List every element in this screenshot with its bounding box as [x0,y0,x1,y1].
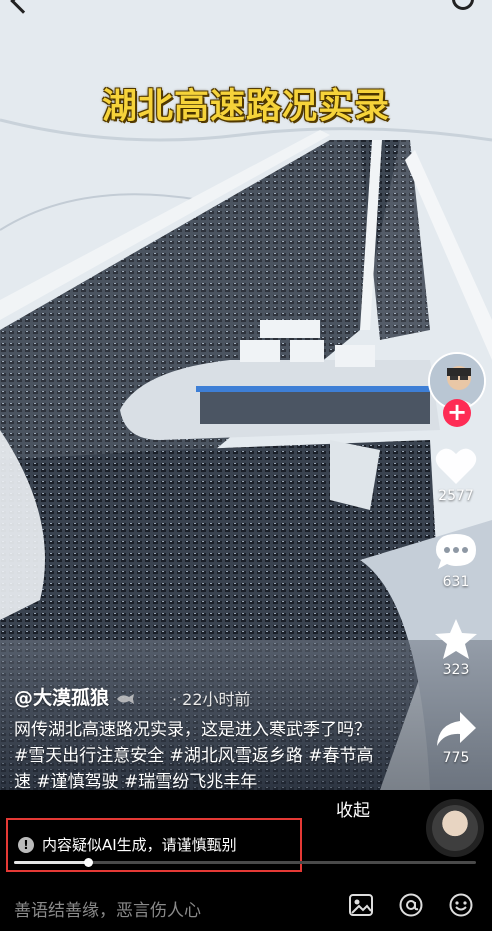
plus-icon: + [446,398,468,426]
search-icon[interactable] [452,0,474,10]
music-disc[interactable] [426,799,484,857]
like-count: 2577 [438,488,474,504]
heart-icon [430,446,482,486]
comment-bar: 善语结善缘，恶言伤人心 [0,876,492,931]
progress-knob[interactable] [83,858,93,867]
video-title-overlay: 湖北高速路况实录 [101,87,390,127]
share-count: 775 [442,750,470,766]
post-time: · 22小时前 [172,690,251,709]
warning-icon: ! [18,836,34,853]
comment-count: 631 [442,574,470,590]
image-icon[interactable] [348,892,374,918]
collapse-button[interactable]: 收起 [336,796,370,821]
ai-notice-text: 内容疑似AI生成，请谨慎甄别 [42,836,237,854]
favorite-count: 323 [442,662,470,678]
emoji-icon[interactable] [448,892,474,918]
star-icon [430,618,482,660]
comment-button[interactable]: 631 [430,532,482,590]
comment-icon [430,532,482,572]
follow-button[interactable]: + [443,399,471,427]
comment-input[interactable]: 善语结善缘，恶言伤人心 [14,896,201,921]
at-icon[interactable] [398,892,424,918]
favorite-button[interactable]: 323 [430,618,482,678]
like-button[interactable]: 2577 [430,446,482,504]
author-name[interactable]: @大漠孤狼 [14,683,135,710]
video-progress-bar[interactable] [14,858,476,867]
post-caption: 网传湖北高速路况实录，这是进入寒武季了吗？#雪天出行注意安全 #湖北风雪返乡路 … [14,720,374,792]
author-badge-icon [117,693,135,704]
video-player[interactable]: 湖北高速路况实录 [0,0,492,790]
share-button[interactable]: 775 [430,710,482,766]
share-icon [430,710,482,748]
progress-fill [14,861,88,864]
